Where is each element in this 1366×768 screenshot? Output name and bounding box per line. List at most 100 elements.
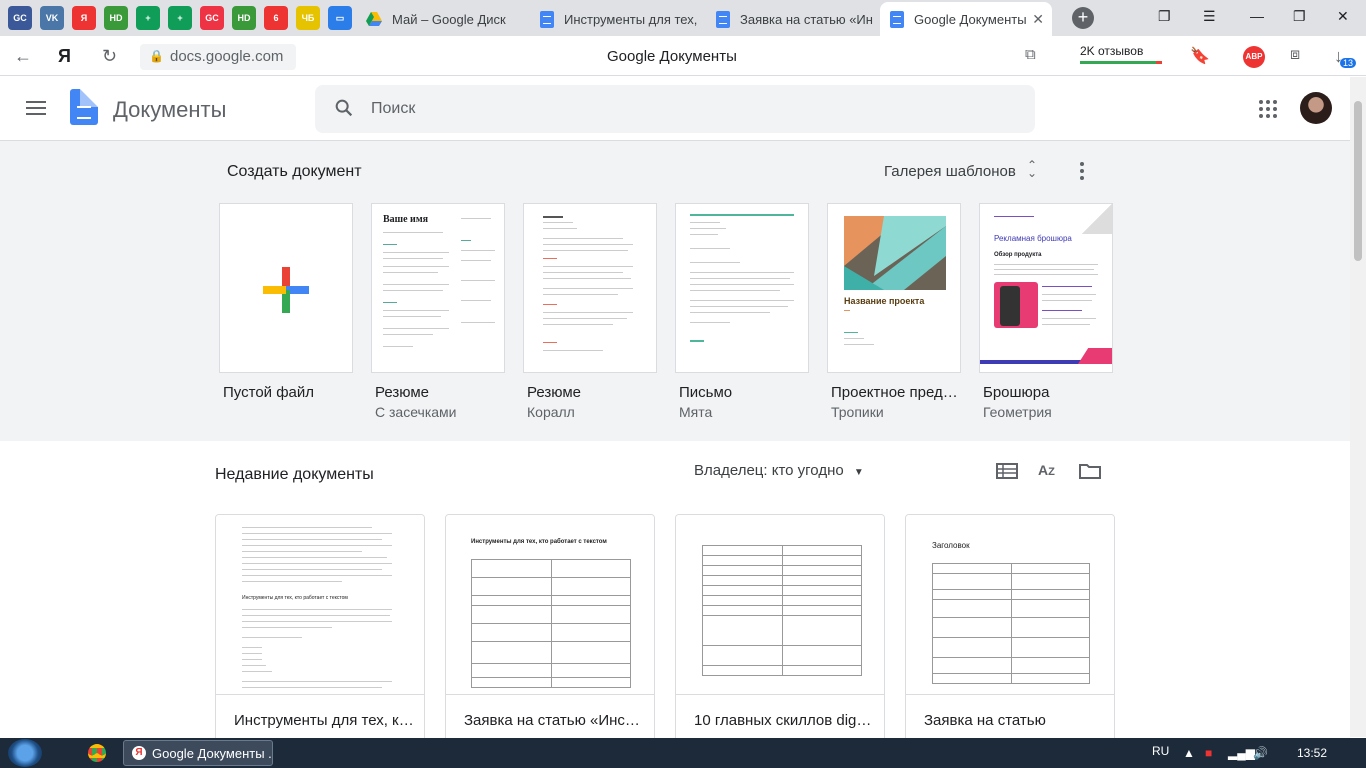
search-input[interactable] [371, 97, 971, 121]
clock[interactable]: 13:52 [1297, 746, 1327, 760]
bookmarks-panel-icon[interactable]: ❐ [1158, 8, 1171, 25]
doc-preview: Инструменты для тех, кто работает с текс… [216, 515, 424, 695]
plus-icon [263, 267, 309, 313]
list-view-icon[interactable] [996, 462, 1018, 480]
url-text: docs.google.com [170, 48, 284, 65]
account-avatar[interactable] [1300, 92, 1332, 124]
template-thumbnail[interactable] [523, 203, 657, 373]
doc-preview-heading: Заголовок [932, 541, 970, 550]
doc-title[interactable]: 10 главных скиллов digital-маркетолога [694, 712, 874, 729]
copy-link-icon[interactable]: ⧉ [1025, 46, 1036, 63]
tray-app-icon[interactable]: ■ [1205, 746, 1212, 760]
recent-doc-card[interactable]: Инструменты для тех, кто работает с текс… [445, 514, 655, 744]
recent-doc-card[interactable]: 10 главных скиллов digital-маркетолога [675, 514, 885, 744]
search-icon[interactable] [333, 97, 355, 119]
volume-icon[interactable]: 🔊 [1253, 746, 1268, 760]
extension-icon[interactable]: ⧈ [1290, 46, 1300, 64]
scrollbar-thumb[interactable] [1354, 101, 1362, 261]
url-field[interactable]: 🔒 docs.google.com [140, 44, 296, 70]
close-tab-icon[interactable]: ✕ [1032, 11, 1044, 28]
recent-doc-card[interactable]: Заголовок Заявка на статью [905, 514, 1115, 744]
template-subtitle: Тропики [831, 404, 884, 420]
doc-preview-heading: Инструменты для тех, кто работает с текс… [471, 539, 607, 545]
template-project-tropics[interactable]: Название проекта Проектное предложение Т… [827, 203, 961, 420]
yandex-icon[interactable]: Я [72, 6, 96, 30]
adblock-icon[interactable]: ABP [1243, 46, 1265, 68]
six-icon[interactable]: 6 [264, 6, 288, 30]
gc-icon[interactable]: GC [8, 6, 32, 30]
reload-icon[interactable]: ↻ [102, 46, 117, 67]
owner-filter-dropdown[interactable]: Владелец: кто угодно ▼ [694, 462, 864, 479]
main-menu-icon[interactable] [26, 101, 46, 115]
maximize-button[interactable]: ❐ [1293, 8, 1306, 25]
doc-preview: Заголовок [906, 515, 1114, 695]
doc-title[interactable]: Заявка на статью «Инструменты для тех, к… [464, 712, 644, 729]
folder-icon[interactable] [1079, 462, 1101, 480]
template-subtitle: С засечками [375, 404, 457, 420]
docs-icon [716, 10, 730, 28]
reviews-widget[interactable]: 2K отзывов [1080, 44, 1162, 64]
recent-doc-card[interactable]: Инструменты для тех, кто работает с текс… [215, 514, 425, 744]
google-apps-icon[interactable] [1259, 100, 1277, 118]
reviews-text: 2K отзывов [1080, 44, 1144, 58]
tab-doc-tools[interactable]: Инструменты для тех, [530, 2, 702, 36]
windows-taskbar: Я Google Документы ... RU ▲ ■ ▂▄▆ 🔊 13:5… [0, 738, 1366, 768]
tropics-graphic [844, 216, 946, 290]
back-icon[interactable]: ← [14, 46, 32, 67]
tray-expand-icon[interactable]: ▲ [1183, 746, 1195, 760]
drive-icon [366, 12, 382, 26]
tab-doc-request[interactable]: Заявка на статью «Ин [706, 2, 878, 36]
template-section: Создать документ Галерея шаблонов ⌃ ⌄ Пус… [0, 141, 1350, 441]
template-thumbnail[interactable] [219, 203, 353, 373]
minimize-button[interactable]: — [1250, 8, 1264, 24]
doc-title[interactable]: Инструменты для тех, кто работает с текс… [234, 712, 414, 729]
search-box[interactable] [315, 85, 1035, 133]
more-options-icon[interactable] [1076, 162, 1088, 180]
chrome-icon[interactable] [88, 744, 106, 762]
template-resume-serif[interactable]: Ваше имя Резюме С засечками [371, 203, 505, 420]
template-letter-mint[interactable]: Письмо Мята [675, 203, 809, 420]
sheets-icon[interactable]: + [136, 6, 160, 30]
docs-logo-icon[interactable] [70, 89, 98, 125]
template-thumbnail[interactable]: Название проекта [827, 203, 961, 373]
menu-icon[interactable]: ☰ [1203, 8, 1216, 25]
template-name: Брошюра [983, 384, 1050, 401]
template-gallery-toggle[interactable]: Галерея шаблонов [884, 163, 1016, 180]
browser-tab-strip: GC VK Я HD + + GC HD 6 ЧБ ▭ Май – Google Диск Инст… [0, 0, 1366, 36]
template-name: Проектное предложение [831, 384, 961, 401]
template-thumbnail[interactable] [675, 203, 809, 373]
gc-red-icon[interactable]: GC [200, 6, 224, 30]
tab-label: Заявка на статью «Ин [740, 11, 873, 27]
new-tab-button[interactable]: + [1072, 7, 1094, 29]
template-thumbnail[interactable]: Ваше имя [371, 203, 505, 373]
start-button[interactable] [8, 739, 42, 767]
language-indicator[interactable]: RU [1152, 744, 1169, 758]
sheets-icon-2[interactable]: + [168, 6, 192, 30]
template-thumbnail[interactable]: Рекламная брошюра Обзор продукта [979, 203, 1113, 373]
network-icon[interactable]: ▂▄▆ [1228, 746, 1255, 760]
taskbar-window-button[interactable]: Я Google Документы ... [123, 740, 273, 766]
app-title[interactable]: Документы [113, 97, 226, 123]
hd-icon-2[interactable]: HD [232, 6, 256, 30]
chb-icon[interactable]: ЧБ [296, 6, 320, 30]
template-subtitle: Коралл [527, 404, 575, 420]
chat-icon[interactable]: ▭ [328, 6, 352, 30]
hd-icon[interactable]: HD [104, 6, 128, 30]
doc-preview: Инструменты для тех, кто работает с текс… [446, 515, 654, 695]
page-scrollbar[interactable] [1350, 77, 1366, 737]
unfold-icon[interactable]: ⌃ ⌄ [1027, 159, 1037, 179]
template-blank[interactable]: Пустой файл [219, 203, 353, 401]
doc-preview [676, 515, 884, 695]
taskbar-window-label: Google Документы ... [152, 746, 273, 761]
tab-drive[interactable]: Май – Google Диск [356, 2, 526, 36]
bookmark-icon[interactable]: 🔖 [1190, 46, 1210, 66]
doc-title[interactable]: Заявка на статью [924, 712, 1104, 729]
close-window-button[interactable]: ✕ [1337, 8, 1349, 25]
vk-icon[interactable]: VK [40, 6, 64, 30]
tab-google-docs-active[interactable]: Google Документы ✕ [880, 2, 1052, 36]
owner-filter-label: Владелец: кто угодно [694, 462, 844, 479]
template-resume-coral[interactable]: Резюме Коралл [523, 203, 657, 420]
yandex-home-icon[interactable]: Я [58, 46, 71, 67]
sort-az-icon[interactable]: AZ [1038, 462, 1060, 480]
template-brochure-geometry[interactable]: Рекламная брошюра Обзор продукта Брошюра… [979, 203, 1113, 420]
